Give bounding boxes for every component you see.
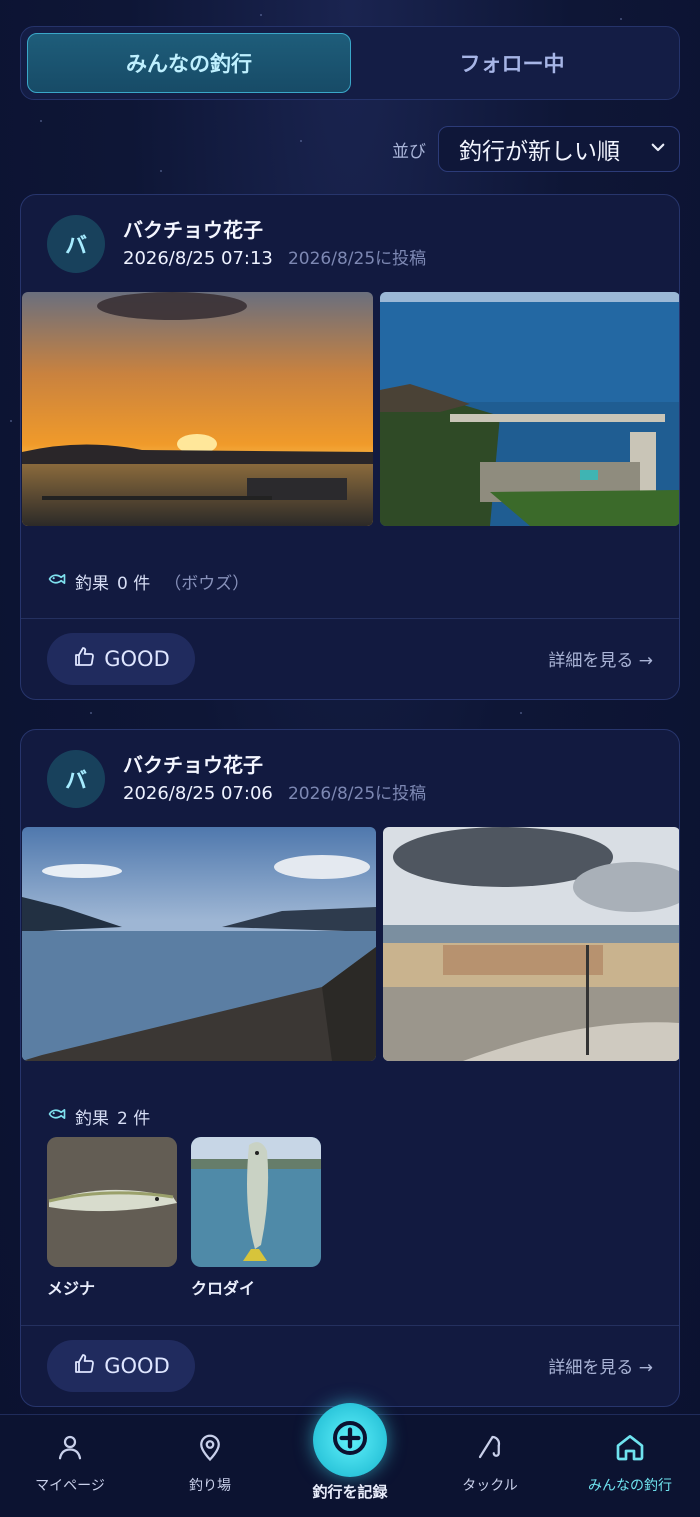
sort-select[interactable]: 釣行が新しい順 [438, 126, 680, 172]
chevron-down-icon [649, 136, 667, 162]
trip-photo-bay[interactable] [22, 827, 376, 1061]
catch-label: 釣果 [75, 574, 109, 594]
trip-card[interactable]: バ バクチョウ花子 2026/8/25 07:06 2026/8/25に投稿 釣… [20, 729, 680, 1407]
trip-photo-harbor[interactable] [380, 292, 679, 526]
trip-datetime: 2026/8/25 07:06 [123, 783, 273, 804]
nav-label: タックル [462, 1478, 518, 1494]
nav-item-mypage[interactable]: マイページ [10, 1429, 130, 1495]
card-header: バ バクチョウ花子 2026/8/25 07:06 2026/8/25に投稿 [47, 750, 426, 808]
fish-icon [47, 569, 67, 594]
map-pin-icon [195, 1432, 225, 1466]
nav-item-everyone-trips[interactable]: みんなの釣行 [570, 1429, 690, 1495]
record-trip-label[interactable]: 釣行を記録 [290, 1481, 410, 1502]
sort-row: 並び 釣行が新しい順 [392, 126, 680, 172]
good-label: GOOD [104, 1354, 170, 1378]
posted-date: 2026/8/25に投稿 [287, 249, 427, 269]
catch-item[interactable]: クロダイ [191, 1137, 321, 1299]
card-footer: GOOD 詳細を見る → [21, 1325, 679, 1406]
trip-photo-beach[interactable] [383, 827, 679, 1061]
catch-note: （ボウズ） [164, 574, 250, 594]
sort-selected-value: 釣行が新しい順 [459, 139, 620, 165]
avatar[interactable]: バ [47, 215, 105, 273]
record-trip-button[interactable] [313, 1403, 387, 1477]
catch-summary: 釣果 2 件 [47, 1104, 150, 1129]
good-label: GOOD [104, 647, 170, 671]
catch-photo[interactable] [191, 1137, 321, 1267]
good-button[interactable]: GOOD [47, 1340, 195, 1392]
fish-icon [47, 1104, 67, 1129]
home-icon [614, 1431, 646, 1467]
bottom-navigation: マイページ 釣り場 釣行を記録 タックル みんなの釣行 [0, 1403, 700, 1517]
avatar[interactable]: バ [47, 750, 105, 808]
view-details-link[interactable]: 詳細を見る → [548, 1353, 653, 1378]
catch-label: 釣果 [75, 1109, 109, 1129]
posted-date: 2026/8/25に投稿 [287, 784, 427, 804]
fishing-rod-icon [475, 1432, 505, 1466]
nav-label: みんなの釣行 [588, 1478, 672, 1494]
card-footer: GOOD 詳細を見る → [21, 618, 679, 699]
trip-card[interactable]: バ バクチョウ花子 2026/8/25 07:13 2026/8/25に投稿 釣… [20, 194, 680, 700]
catch-photo[interactable] [47, 1137, 177, 1267]
card-header: バ バクチョウ花子 2026/8/25 07:13 2026/8/25に投稿 [47, 215, 426, 273]
view-details-link[interactable]: 詳細を見る → [548, 646, 653, 671]
nav-label: 釣り場 [189, 1478, 231, 1494]
thumbs-up-icon [72, 1352, 96, 1381]
catch-species: メジナ [47, 1279, 96, 1298]
catch-item[interactable]: メジナ [47, 1137, 177, 1299]
good-button[interactable]: GOOD [47, 633, 195, 685]
catch-summary: 釣果 0 件 （ボウズ） [47, 569, 249, 594]
catch-count: 0 件 [117, 574, 151, 594]
catch-count: 2 件 [117, 1109, 151, 1129]
catch-species: クロダイ [191, 1279, 256, 1298]
feed-tabs: みんなの釣行 フォロー中 [20, 26, 680, 100]
author-name[interactable]: バクチョウ花子 [123, 752, 426, 778]
tab-following[interactable]: フォロー中 [351, 33, 673, 93]
author-name[interactable]: バクチョウ花子 [123, 217, 426, 243]
person-icon [55, 1432, 85, 1466]
sort-label: 並び [392, 141, 426, 162]
plus-circle-icon [330, 1418, 370, 1462]
thumbs-up-icon [72, 645, 96, 674]
tab-everyone-trips[interactable]: みんなの釣行 [27, 33, 351, 93]
nav-item-tackle[interactable]: タックル [430, 1429, 550, 1495]
nav-item-spots[interactable]: 釣り場 [150, 1429, 270, 1495]
trip-datetime: 2026/8/25 07:13 [123, 248, 273, 269]
trip-photo-sunset[interactable] [22, 292, 373, 526]
nav-label: マイページ [35, 1478, 105, 1494]
